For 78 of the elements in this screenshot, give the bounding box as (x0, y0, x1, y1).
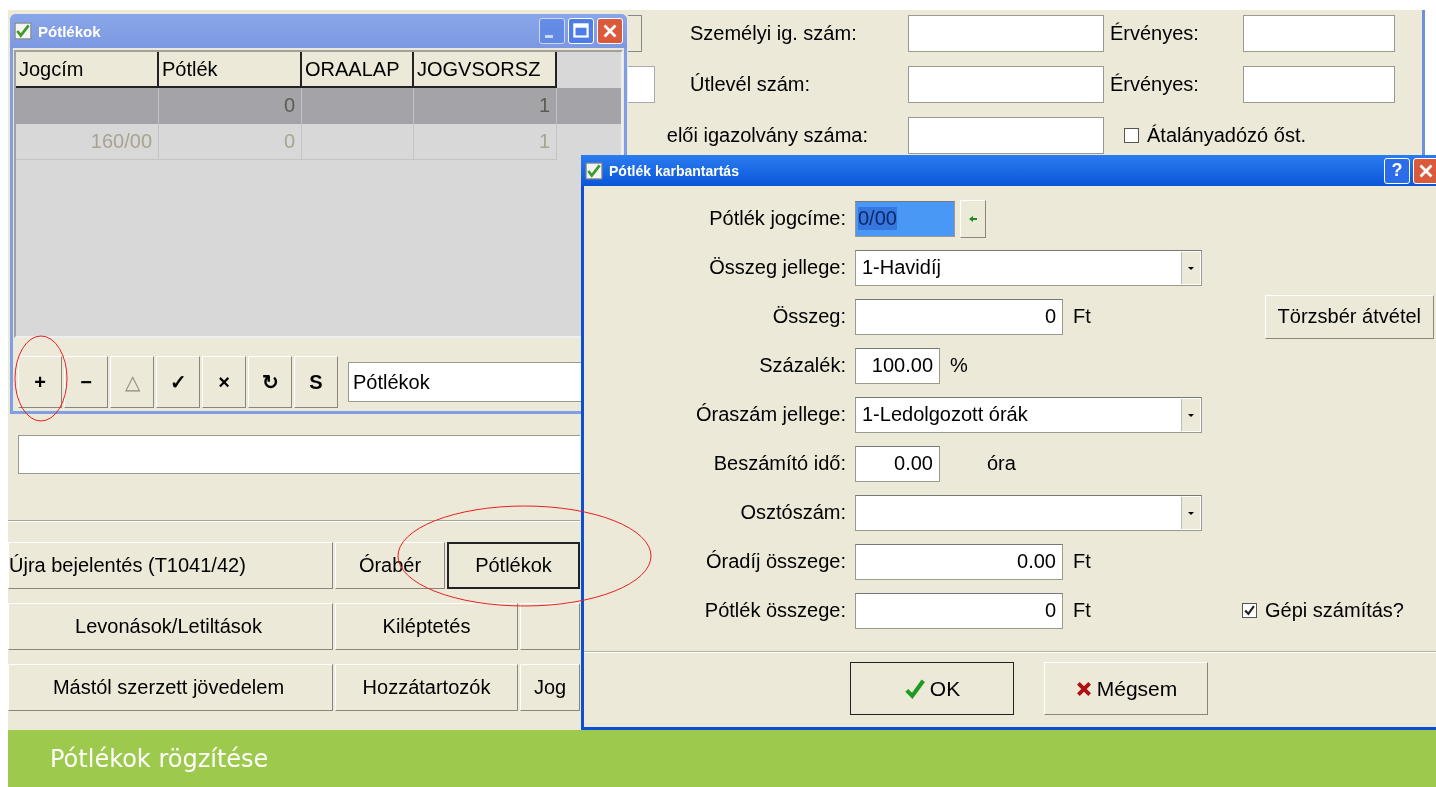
field-label: Osztószám: (739, 501, 846, 524)
field-label: Pótlék jogcíme: (708, 207, 846, 230)
field-label: Százalék: (758, 354, 846, 377)
checkbox[interactable] (1124, 128, 1139, 143)
field-label: Összeg: (771, 305, 846, 328)
input-field[interactable] (628, 66, 655, 103)
help-button[interactable]: ? (1384, 157, 1410, 184)
checkbox-label: Átalányadózó őst. (1147, 124, 1306, 147)
app-icon (14, 22, 32, 40)
input-field[interactable]: 100.00 (855, 347, 940, 384)
input-field[interactable]: Pótlékok (348, 362, 583, 402)
button[interactable]: Törzsbér átvétel (1264, 294, 1434, 339)
input-field[interactable] (908, 66, 1104, 103)
table-cell: 1 (414, 88, 557, 124)
button[interactable]: Újra bejelentés (T1041/42) (8, 542, 333, 589)
dropdown[interactable]: 1-Havidíj (855, 249, 1202, 286)
table-cell: 160/00 (16, 124, 159, 160)
field-label: Óraszám jellege: (694, 403, 846, 426)
button[interactable]: Mástól szerzett jövedelem (8, 664, 333, 711)
toolbar-button[interactable]: − (64, 356, 108, 408)
window-title: Pótlék karbantartás (609, 162, 740, 179)
cancel-button[interactable]: Mégsem (1044, 662, 1208, 715)
dropdown[interactable]: 1-Ledolgozott órák (855, 396, 1202, 433)
field-label: Összeg jellege: (708, 256, 846, 279)
field-label: Érvényes: (1109, 22, 1200, 45)
input-field[interactable] (18, 435, 580, 474)
field-label: Óradíj összege: (704, 550, 846, 573)
input-field[interactable] (1243, 66, 1395, 103)
button[interactable] (520, 603, 580, 650)
column-header[interactable]: ORAALAP (302, 52, 414, 88)
input-field[interactable]: 0 (855, 298, 1063, 335)
input-field[interactable] (908, 15, 1104, 52)
checkbox-label: Gépi számítás? (1265, 599, 1404, 622)
unit-label: Ft (1073, 550, 1091, 573)
input-field[interactable]: 0 (855, 592, 1063, 629)
lookup-button[interactable] (628, 15, 642, 52)
button[interactable]: Kiléptetés (335, 603, 518, 650)
arrow-icon (968, 213, 978, 224)
column-header[interactable]: Pótlék (159, 52, 302, 88)
button[interactable]: Levonások/Letiltások (8, 603, 333, 650)
field-label: Érvényes: (1109, 73, 1200, 96)
field-label: Pótlék összege: (703, 599, 846, 622)
toolbar-button[interactable]: ✓ (156, 356, 200, 408)
input-field[interactable]: 0.00 (855, 445, 940, 482)
close-button[interactable] (1413, 157, 1436, 184)
field-label: elői igazolvány száma: (665, 124, 869, 147)
toolbar-button[interactable]: + (18, 356, 62, 408)
field-label: Útlevél szám: (689, 73, 812, 96)
check-icon (903, 677, 926, 700)
dropdown[interactable] (855, 494, 1202, 531)
table-cell: 1 (414, 124, 557, 160)
unit-label: Ft (1073, 305, 1091, 328)
app-icon (585, 161, 603, 180)
toolbar-button[interactable]: S (294, 356, 338, 408)
input-field[interactable] (908, 117, 1104, 154)
unit-label: % (950, 354, 968, 377)
button[interactable]: Hozzátartozók (335, 664, 518, 711)
checkbox[interactable] (1242, 603, 1258, 618)
toolbar-button[interactable]: × (202, 356, 246, 408)
button[interactable]: Órabér (335, 542, 445, 589)
input-field[interactable]: 0.00 (855, 543, 1063, 580)
minimize-icon (545, 34, 553, 38)
button[interactable]: Pótlékok (447, 542, 580, 589)
window-title: Pótlékok (38, 22, 102, 40)
input-field[interactable] (1243, 15, 1395, 52)
unit-label: óra (987, 452, 1016, 475)
column-header[interactable]: JOGVSORSZ (414, 52, 557, 88)
button[interactable]: Jog (520, 664, 580, 711)
unit-label: Ft (1073, 599, 1091, 622)
caption-text: Pótlékok rögzítése (50, 744, 269, 773)
column-header[interactable]: Jogcím (16, 52, 159, 88)
table-cell: 0 (159, 88, 302, 124)
close-icon (1074, 679, 1093, 698)
toolbar-button[interactable]: ↻ (248, 356, 292, 408)
field-label: Beszámító idő: (712, 452, 846, 475)
field-label: Személyi ig. szám: (689, 22, 858, 45)
ok-button[interactable]: OK (850, 662, 1014, 715)
table-cell: 0 (159, 124, 302, 160)
